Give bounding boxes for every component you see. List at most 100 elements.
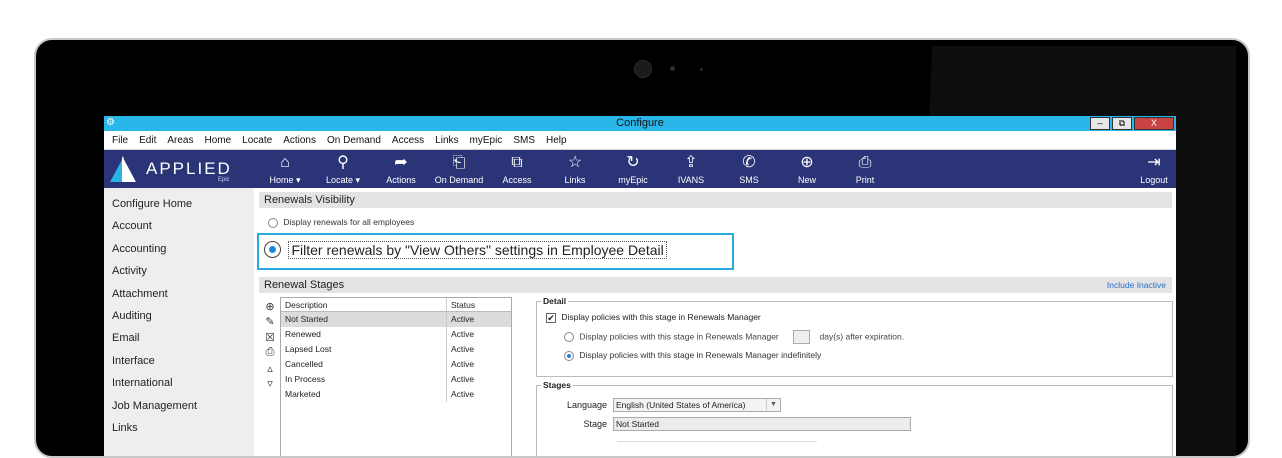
sidebar-item-configure-home[interactable]: Configure Home bbox=[104, 193, 254, 215]
menu-locate[interactable]: Locate bbox=[242, 135, 272, 146]
menu-areas[interactable]: Areas bbox=[167, 135, 193, 146]
column-description[interactable]: Description bbox=[281, 298, 447, 311]
include-inactive-link[interactable]: Include Inactive bbox=[1107, 277, 1166, 293]
sidebar-item-job-management[interactable]: Job Management bbox=[104, 395, 254, 417]
menu-on-demand[interactable]: On Demand bbox=[327, 135, 381, 146]
content-panel: Renewals Visibility Display renewals for… bbox=[254, 188, 1176, 456]
menu-actions[interactable]: Actions bbox=[283, 135, 316, 146]
detail-legend: Detail bbox=[541, 296, 569, 306]
table-row[interactable]: Marketed Active bbox=[281, 387, 511, 402]
option-filter-highlight[interactable]: Filter renewals by "View Others" setting… bbox=[257, 233, 734, 270]
sidebar-item-attachment[interactable]: Attachment bbox=[104, 283, 254, 305]
toolbar-label: Home ▾ bbox=[269, 175, 301, 185]
toolbar-actions-button[interactable]: ➦ Actions bbox=[372, 150, 430, 188]
minimize-button[interactable]: ‒ bbox=[1090, 117, 1110, 130]
sidebar-item-accounting[interactable]: Accounting bbox=[104, 238, 254, 260]
toolbar-on-demand-button[interactable]: ⎗ On Demand bbox=[430, 150, 488, 188]
menu-links[interactable]: Links bbox=[435, 135, 458, 146]
sidebar-item-email[interactable]: Email bbox=[104, 327, 254, 349]
indefinitely-radio[interactable] bbox=[564, 350, 574, 361]
language-row: Language English (United States of Ameri… bbox=[537, 398, 781, 412]
stages-form-group: Stages Language English (United States o… bbox=[536, 380, 1173, 456]
days-suffix-label: day(s) after expiration. bbox=[819, 331, 905, 342]
toolbar-label: On Demand bbox=[434, 175, 484, 185]
table-row[interactable]: Renewed Active bbox=[281, 327, 511, 342]
detail-group: Detail ✔ Display policies with this stag… bbox=[536, 296, 1173, 377]
menu-file[interactable]: File bbox=[112, 135, 128, 146]
restore-button[interactable]: ⧉ bbox=[1112, 117, 1132, 130]
language-value: English (United States of America) bbox=[616, 400, 746, 410]
menu-myepic[interactable]: myEpic bbox=[470, 135, 503, 146]
stage-tools: ⊕ ✎ ☒ ⎙ ▵ ▿ bbox=[263, 300, 277, 392]
move-down-icon[interactable]: ▿ bbox=[263, 377, 277, 392]
chevron-down-icon[interactable]: ▼ bbox=[766, 399, 780, 411]
sidebar-item-international[interactable]: International bbox=[104, 372, 254, 394]
move-up-icon[interactable]: ▵ bbox=[263, 362, 277, 377]
table-row[interactable]: In Process Active bbox=[281, 372, 511, 387]
title-bar: ⚙ Configure ‒ ⧉ X bbox=[104, 116, 1176, 131]
menu-edit[interactable]: Edit bbox=[139, 135, 156, 146]
display-policies-checkbox-row[interactable]: ✔ Display policies with this stage in Re… bbox=[546, 312, 761, 323]
cell-status: Active bbox=[451, 374, 475, 384]
toolbar-label: Access bbox=[502, 175, 532, 185]
toolbar-ivans-button[interactable]: ⇪ IVANS bbox=[662, 150, 720, 188]
logout-button[interactable]: ⇥ Logout bbox=[1134, 150, 1174, 188]
stage-input[interactable]: Not Started bbox=[613, 417, 911, 431]
toolbar-label: Locate ▾ bbox=[325, 175, 361, 185]
toolbar-label: New bbox=[797, 175, 816, 185]
toolbar-links-button[interactable]: ☆ Links bbox=[546, 150, 604, 188]
edit-icon[interactable]: ✎ bbox=[263, 315, 277, 330]
star-icon: ☆ bbox=[567, 154, 583, 171]
sidebar-item-activity[interactable]: Activity bbox=[104, 260, 254, 282]
option-indefinitely-row[interactable]: Display policies with this stage in Rene… bbox=[564, 350, 821, 361]
days-after-radio[interactable] bbox=[564, 332, 574, 342]
toolbar-home-button[interactable]: ⌂ Home ▾ bbox=[256, 150, 314, 188]
cell-status: Active bbox=[451, 389, 475, 399]
table-row[interactable]: Not Started Active bbox=[281, 312, 511, 327]
sidebar-item-account[interactable]: Account bbox=[104, 215, 254, 237]
cell-description: Lapsed Lost bbox=[281, 342, 447, 357]
share-icon: ➦ bbox=[394, 154, 408, 171]
window-controls: ‒ ⧉ X bbox=[1090, 117, 1174, 130]
menu-help[interactable]: Help bbox=[546, 135, 567, 146]
cell-description: In Process bbox=[281, 372, 447, 387]
column-status[interactable]: Status bbox=[447, 298, 511, 311]
refresh-icon: ↻ bbox=[626, 154, 640, 171]
cell-status: Active bbox=[451, 359, 475, 369]
language-select[interactable]: English (United States of America) ▼ bbox=[613, 398, 781, 412]
display-all-radio[interactable] bbox=[268, 217, 278, 228]
sidebar-item-auditing[interactable]: Auditing bbox=[104, 305, 254, 327]
indefinitely-label: Display policies with this stage in Rene… bbox=[579, 350, 822, 360]
option-days-after-row[interactable]: Display policies with this stage in Rene… bbox=[564, 330, 904, 344]
sidebar-item-links[interactable]: Links bbox=[104, 417, 254, 439]
close-button[interactable]: X bbox=[1134, 117, 1174, 130]
option-display-all[interactable]: Display renewals for all employees bbox=[268, 217, 1172, 228]
toolbar-new-button[interactable]: ⊕ New bbox=[778, 150, 836, 188]
toolbar-myepic-button[interactable]: ↻ myEpic bbox=[604, 150, 662, 188]
menu-sms[interactable]: SMS bbox=[513, 135, 535, 146]
menu-access[interactable]: Access bbox=[392, 135, 424, 146]
toolbar-sms-button[interactable]: ✆ SMS bbox=[720, 150, 778, 188]
toolbar-label: IVANS bbox=[677, 175, 705, 185]
cell-description: Not Started bbox=[281, 312, 447, 327]
renewal-stages-header: Renewal Stages Include Inactive bbox=[259, 277, 1172, 293]
days-input[interactable] bbox=[793, 330, 811, 344]
access-icon: ⧉ bbox=[511, 154, 523, 171]
toolbar-locate-button[interactable]: ⚲ Locate ▾ bbox=[314, 150, 372, 188]
toolbar-print-button[interactable]: ⎙ Print bbox=[836, 150, 894, 188]
display-policies-checkbox[interactable]: ✔ bbox=[546, 312, 556, 323]
add-icon[interactable]: ⊕ bbox=[263, 300, 277, 315]
cell-description: Renewed bbox=[281, 327, 447, 342]
document-icon: ⎗ bbox=[452, 154, 466, 171]
table-row[interactable]: Lapsed Lost Active bbox=[281, 342, 511, 357]
delete-icon[interactable]: ☒ bbox=[263, 331, 277, 346]
menu-home[interactable]: Home bbox=[204, 135, 231, 146]
print-icon[interactable]: ⎙ bbox=[263, 346, 277, 361]
cell-status: Active bbox=[451, 344, 475, 354]
sidebar-item-interface[interactable]: Interface bbox=[104, 350, 254, 372]
display-all-label: Display renewals for all employees bbox=[283, 217, 415, 227]
toolbar-access-button[interactable]: ⧉ Access bbox=[488, 150, 546, 188]
table-row[interactable]: Cancelled Active bbox=[281, 357, 511, 372]
days-after-label: Display policies with this stage in Rene… bbox=[579, 331, 779, 342]
filter-renewals-radio[interactable] bbox=[264, 241, 281, 259]
